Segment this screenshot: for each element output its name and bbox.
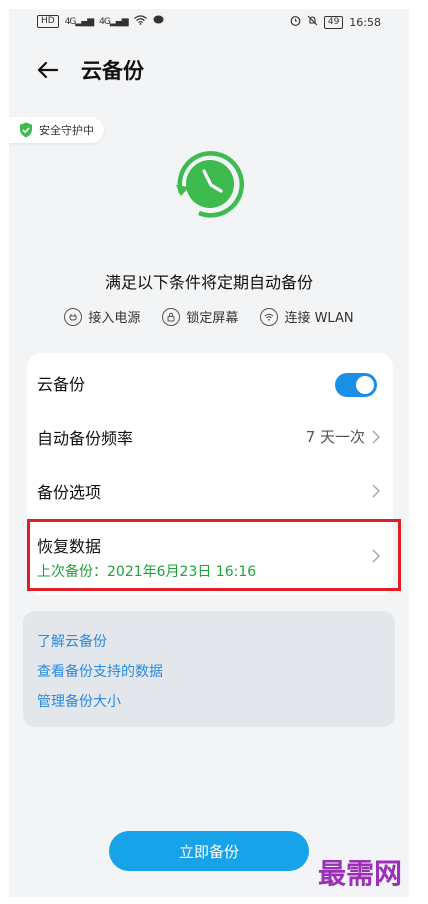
wifi-status-icon bbox=[133, 15, 147, 28]
manage-backup-size-link[interactable]: 管理备份大小 bbox=[37, 691, 121, 711]
chevron-right-icon bbox=[371, 484, 381, 498]
arrow-left-icon bbox=[37, 61, 59, 79]
conditions-list: 接入电源 锁定屏幕 连接 WLAN bbox=[9, 307, 409, 326]
status-time: 16:58 bbox=[349, 15, 381, 29]
backup-now-button[interactable]: 立即备份 bbox=[109, 831, 309, 871]
message-icon bbox=[153, 15, 164, 28]
status-left: HD 4G▂▄▆ 4G▂▄▆ bbox=[37, 15, 164, 28]
lock-icon bbox=[162, 307, 181, 326]
restore-highlight-box bbox=[27, 519, 401, 591]
chevron-right-icon bbox=[371, 430, 381, 444]
plug-icon bbox=[64, 307, 83, 326]
condition-wlan: 连接 WLAN bbox=[260, 307, 354, 326]
help-links-card: 了解云备份 查看备份支持的数据 管理备份大小 bbox=[23, 611, 395, 727]
backup-options-row[interactable]: 备份选项 bbox=[27, 463, 393, 517]
watermark-logo: 最需网 bbox=[318, 857, 403, 890]
phone-screen: HD 4G▂▄▆ 4G▂▄▆ 49 16:58 云备份 安全守护中 满足以下条件… bbox=[9, 9, 409, 897]
clock-backup-icon bbox=[167, 141, 253, 227]
security-badge-label: 安全守护中 bbox=[39, 124, 94, 137]
signal-1-icon: 4G▂▄▆ bbox=[64, 16, 94, 27]
backup-frequency-row[interactable]: 自动备份频率 7 天一次 bbox=[27, 409, 393, 463]
backup-options-label: 备份选项 bbox=[37, 483, 102, 502]
cloud-backup-toggle[interactable] bbox=[335, 373, 377, 397]
cloud-backup-row: 云备份 bbox=[27, 353, 393, 409]
condition-lock: 锁定屏幕 bbox=[162, 307, 238, 326]
condition-lock-label: 锁定屏幕 bbox=[186, 311, 239, 326]
toggle-knob bbox=[356, 376, 374, 394]
hd-indicator: HD bbox=[37, 15, 59, 28]
shield-check-icon bbox=[20, 122, 32, 138]
status-bar: HD 4G▂▄▆ 4G▂▄▆ 49 16:58 bbox=[9, 9, 409, 37]
status-right: 49 16:58 bbox=[290, 15, 381, 29]
backup-frequency-label: 自动备份频率 bbox=[37, 429, 134, 448]
network-type-2: 4G bbox=[99, 16, 111, 27]
wifi-icon bbox=[260, 307, 279, 326]
battery-icon: 49 bbox=[323, 15, 344, 29]
network-type-1: 4G bbox=[64, 16, 77, 27]
condition-power: 接入电源 bbox=[64, 307, 140, 326]
conditions-title: 满足以下条件将定期自动备份 bbox=[104, 273, 313, 292]
backup-frequency-value: 7 天一次 bbox=[305, 428, 365, 446]
condition-wlan-label: 连接 WLAN bbox=[284, 311, 354, 326]
signal-2-icon: 4G▂▄▆ bbox=[99, 16, 128, 27]
back-button[interactable] bbox=[33, 55, 63, 85]
alarm-icon bbox=[290, 15, 301, 29]
learn-cloud-backup-link[interactable]: 了解云备份 bbox=[37, 631, 107, 651]
cloud-backup-label: 云备份 bbox=[37, 375, 86, 394]
header: 云备份 bbox=[9, 49, 409, 99]
page-title: 云备份 bbox=[81, 59, 144, 83]
supported-data-link[interactable]: 查看备份支持的数据 bbox=[37, 661, 163, 681]
security-badge[interactable]: 安全守护中 bbox=[9, 117, 104, 143]
condition-power-label: 接入电源 bbox=[88, 311, 141, 326]
mute-icon bbox=[307, 15, 318, 29]
